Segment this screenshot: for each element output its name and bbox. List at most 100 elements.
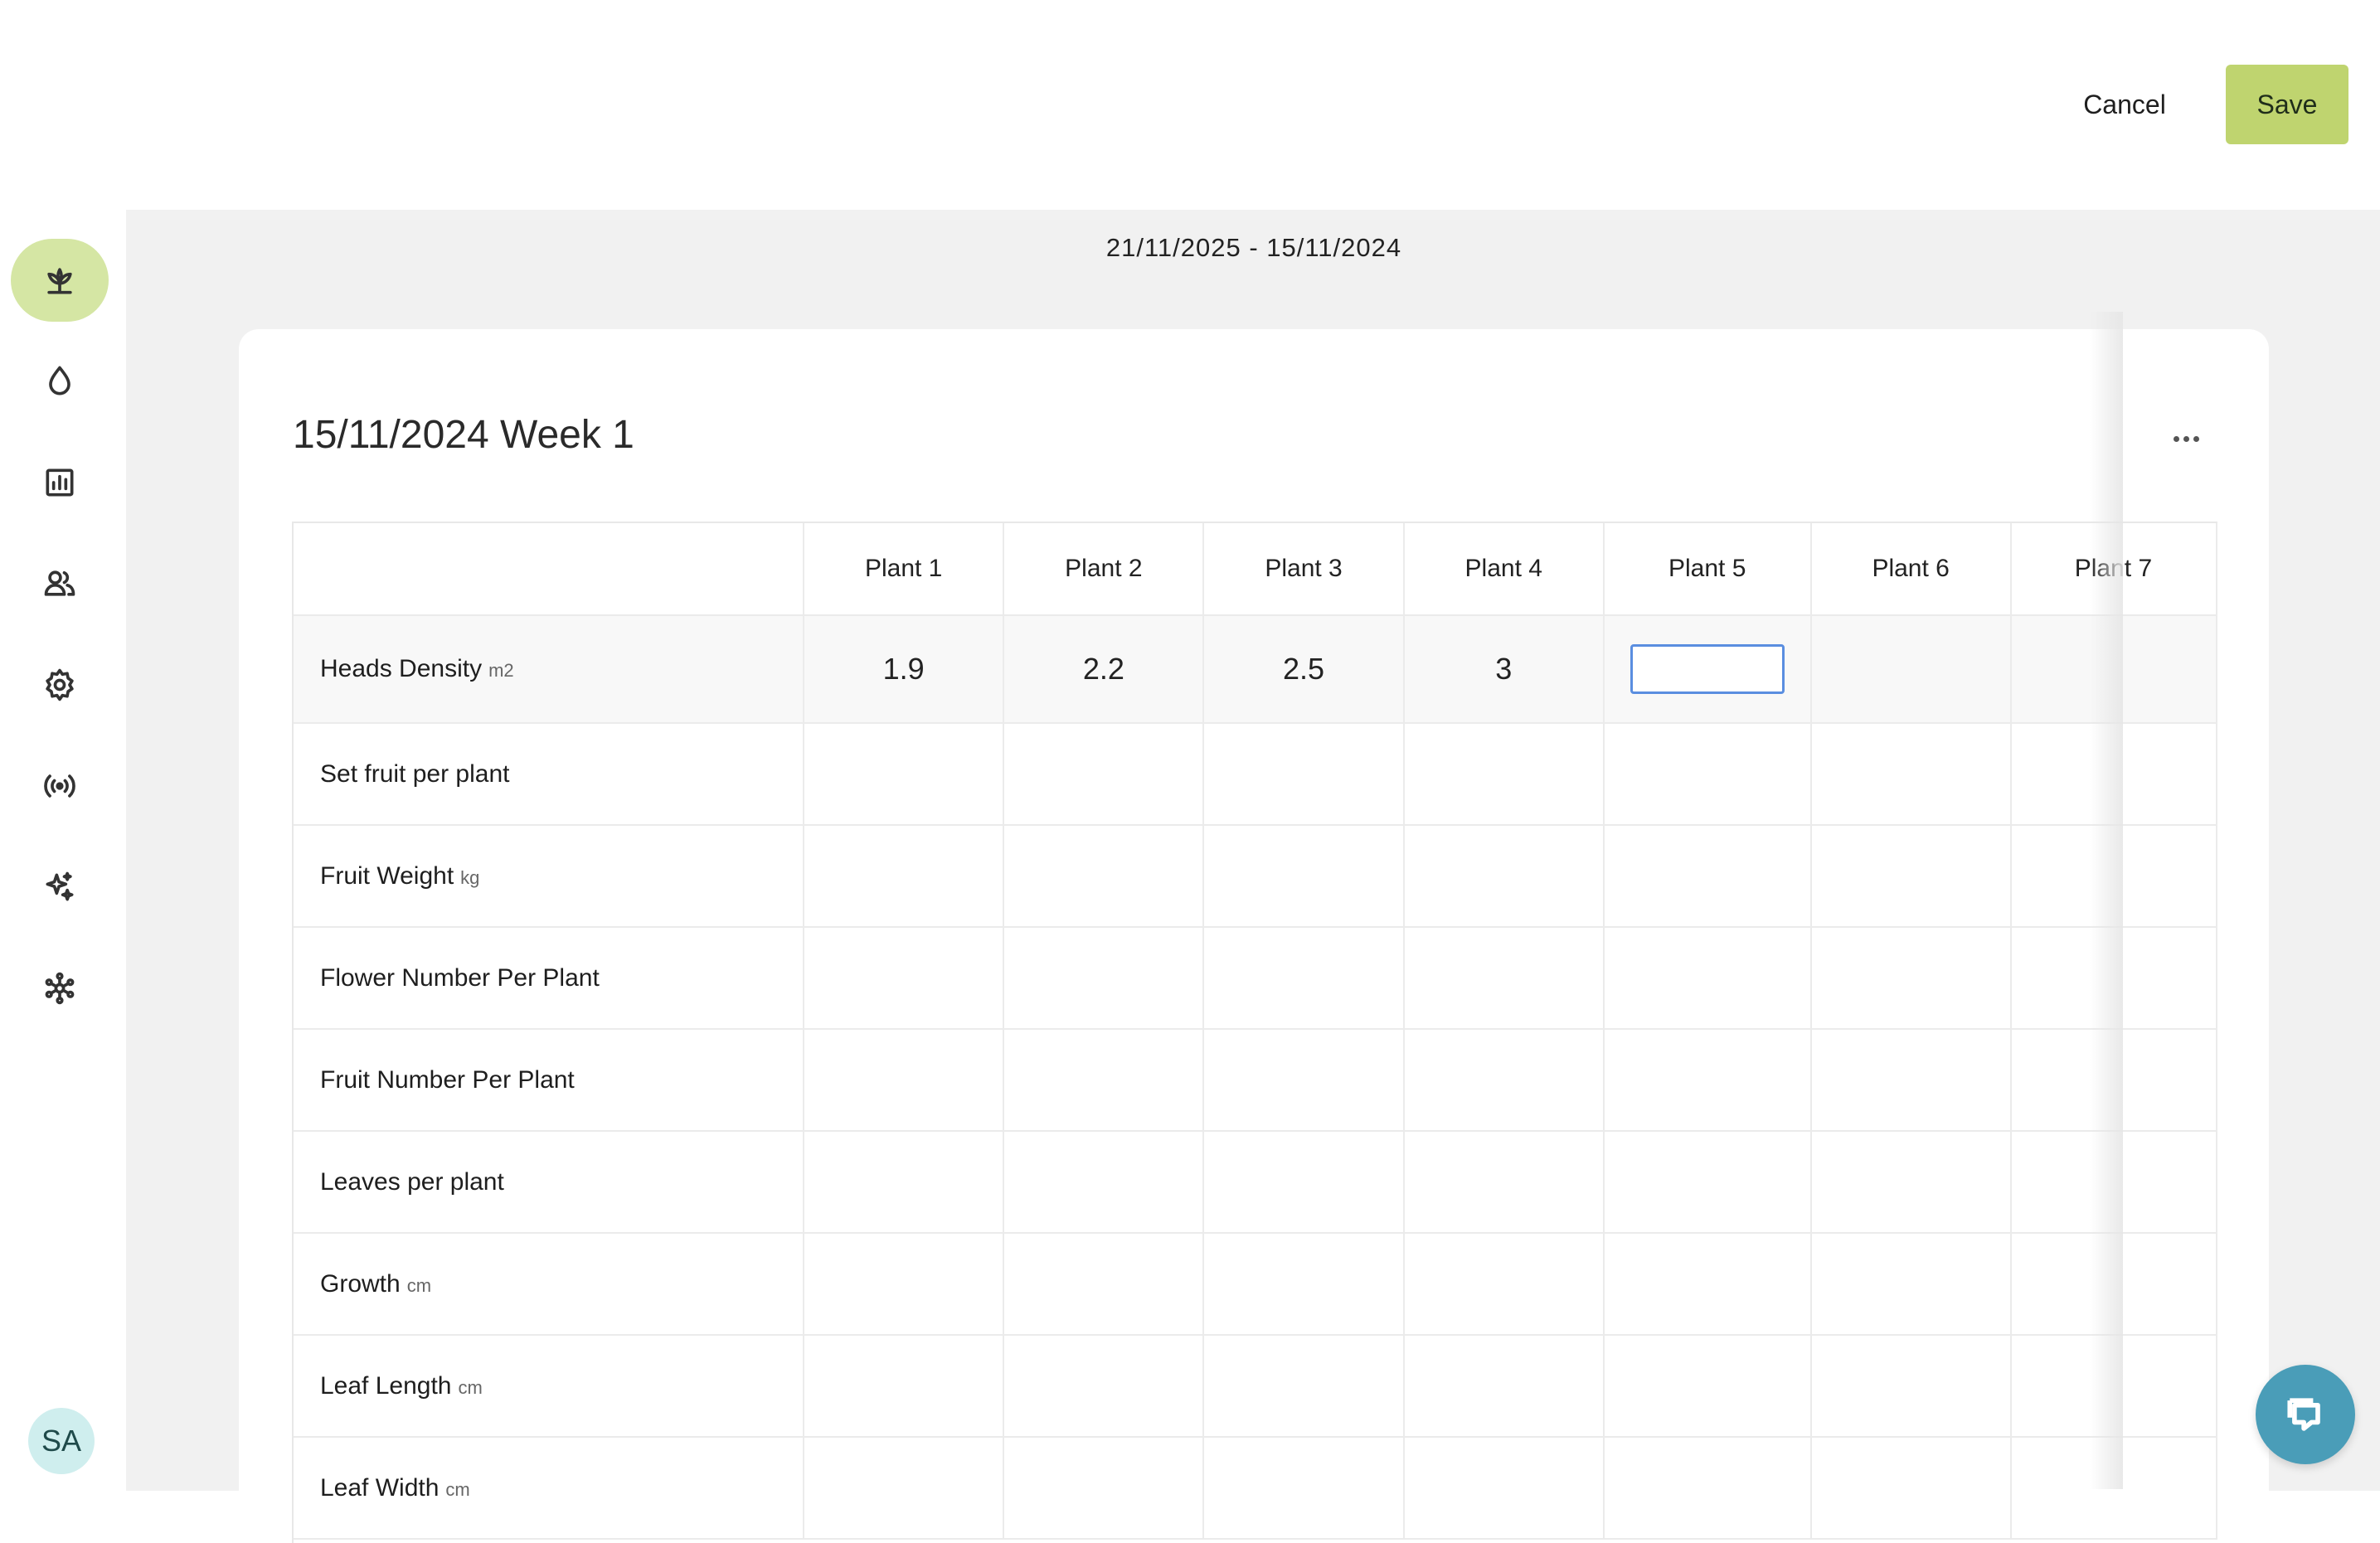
table-cell[interactable] bbox=[1403, 1131, 1605, 1234]
table-cell[interactable]: 3 bbox=[1403, 615, 1605, 724]
table-cell[interactable] bbox=[1403, 1233, 1605, 1336]
table-scroll-fade bbox=[2090, 312, 2123, 1489]
table-cell[interactable] bbox=[1603, 1233, 1812, 1336]
nav-item-plants[interactable] bbox=[11, 239, 109, 322]
column-header: Plant 3 bbox=[1203, 523, 1405, 616]
table-cell[interactable]: 2.5 bbox=[1203, 615, 1405, 724]
table-cell[interactable] bbox=[1003, 1437, 1205, 1540]
table-cell[interactable] bbox=[1203, 825, 1405, 928]
table-cell[interactable] bbox=[1003, 1131, 1205, 1234]
row-label: Leaves per plant bbox=[294, 1131, 805, 1234]
save-button[interactable]: Save bbox=[2226, 65, 2348, 144]
table-cell[interactable] bbox=[1810, 615, 2012, 724]
table-row: Flower Number Per Plant bbox=[294, 927, 2217, 1030]
row-label: Leaf Length cm bbox=[294, 1335, 805, 1438]
table-cell[interactable] bbox=[1403, 1029, 1605, 1132]
table-cell[interactable] bbox=[804, 1029, 1005, 1132]
nav-item-sensors[interactable] bbox=[11, 745, 109, 827]
table-cell[interactable] bbox=[1403, 825, 1605, 928]
table-cell[interactable] bbox=[1603, 825, 1812, 928]
table-row: Set fruit per plant bbox=[294, 723, 2217, 826]
users-icon bbox=[44, 570, 75, 596]
table-cell[interactable] bbox=[1810, 1233, 2012, 1336]
row-unit: cm bbox=[458, 1376, 483, 1398]
gear-icon bbox=[46, 668, 74, 701]
table-cell[interactable] bbox=[1403, 723, 1605, 826]
table-cell[interactable] bbox=[1003, 825, 1205, 928]
table-cell[interactable] bbox=[1603, 1335, 1812, 1438]
table-cell[interactable] bbox=[804, 1437, 1005, 1540]
table-cell[interactable] bbox=[1203, 1131, 1405, 1234]
chart-icon bbox=[46, 468, 74, 497]
table-cell[interactable] bbox=[1003, 723, 1205, 826]
table-cell[interactable] bbox=[1603, 927, 1812, 1030]
table-cell[interactable] bbox=[1403, 1335, 1605, 1438]
table-cell[interactable] bbox=[1403, 1437, 1605, 1540]
table-cell[interactable] bbox=[1810, 1335, 2012, 1438]
table-cell[interactable] bbox=[1603, 723, 1812, 826]
table-cell[interactable] bbox=[1810, 723, 2012, 826]
measurement-table-container[interactable]: Plant 1 Plant 2 Plant 3 Plant 4 Plant 5 … bbox=[292, 522, 2217, 1543]
row-unit: cm bbox=[445, 1478, 470, 1500]
plant-icon bbox=[47, 268, 72, 294]
row-label-text: Fruit Number Per Plant bbox=[320, 1065, 575, 1094]
cell-input[interactable] bbox=[1630, 644, 1785, 694]
row-label-text: Leaf Width bbox=[320, 1473, 440, 1502]
table-cell[interactable] bbox=[1810, 1437, 2012, 1540]
table-cell[interactable] bbox=[1603, 615, 1812, 724]
table-cell[interactable]: 2.2 bbox=[1003, 615, 1205, 724]
nav-item-irrigation[interactable] bbox=[11, 340, 109, 423]
table-cell[interactable] bbox=[804, 1233, 1005, 1336]
header-corner bbox=[294, 523, 805, 616]
table-cell[interactable] bbox=[1403, 927, 1605, 1030]
table-cell[interactable] bbox=[804, 927, 1005, 1030]
row-label-text: Leaf Length bbox=[320, 1371, 452, 1400]
date-range[interactable]: 21/11/2025 - 15/11/2024 bbox=[126, 233, 2380, 263]
top-bar: Cancel Save bbox=[0, 0, 2380, 210]
table-cell[interactable] bbox=[1810, 825, 2012, 928]
table-cell[interactable] bbox=[804, 723, 1005, 826]
nav-item-reports[interactable] bbox=[11, 441, 109, 524]
avatar[interactable]: SA bbox=[28, 1408, 95, 1474]
network-icon bbox=[45, 972, 75, 1005]
row-unit: cm bbox=[406, 1274, 432, 1296]
table-row: Leaf Length cm bbox=[294, 1335, 2217, 1438]
nav-item-users[interactable] bbox=[11, 542, 109, 625]
table-cell[interactable]: 1.9 bbox=[804, 615, 1005, 724]
table-cell[interactable] bbox=[1810, 927, 2012, 1030]
table-cell[interactable] bbox=[1810, 1131, 2012, 1234]
nav-item-ai[interactable] bbox=[11, 846, 109, 929]
table-cell[interactable] bbox=[1203, 1335, 1405, 1438]
row-label: Flower Number Per Plant bbox=[294, 927, 805, 1030]
table-cell[interactable] bbox=[1003, 1233, 1205, 1336]
row-label: Growth cm bbox=[294, 1233, 805, 1336]
cancel-button[interactable]: Cancel bbox=[2048, 65, 2201, 144]
chat-icon bbox=[2287, 1398, 2320, 1431]
measurement-table: Plant 1 Plant 2 Plant 3 Plant 4 Plant 5 … bbox=[294, 523, 2217, 1540]
nav-item-settings[interactable] bbox=[11, 643, 109, 726]
table-cell[interactable] bbox=[804, 1131, 1005, 1234]
table-cell[interactable] bbox=[1603, 1131, 1812, 1234]
table-cell[interactable] bbox=[1203, 1437, 1405, 1540]
column-header: Plant 4 bbox=[1403, 523, 1605, 616]
table-cell[interactable] bbox=[1203, 723, 1405, 826]
signal-icon bbox=[44, 774, 75, 798]
row-label-text: Heads Density bbox=[320, 655, 483, 682]
table-cell[interactable] bbox=[1203, 1233, 1405, 1336]
table-cell[interactable] bbox=[1203, 927, 1405, 1030]
more-options-button[interactable] bbox=[2161, 422, 2211, 455]
measurement-card: 15/11/2024 Week 1 Plant 1 Plant 2 Plant … bbox=[239, 329, 2269, 1543]
table-cell[interactable] bbox=[1003, 1029, 1205, 1132]
table-cell[interactable] bbox=[1203, 1029, 1405, 1132]
table-cell[interactable] bbox=[1603, 1437, 1812, 1540]
chat-button[interactable] bbox=[2256, 1365, 2355, 1464]
table-cell[interactable] bbox=[1810, 1029, 2012, 1132]
row-unit: kg bbox=[460, 866, 480, 888]
nav-item-integrations[interactable] bbox=[11, 947, 109, 1030]
sparkle-icon bbox=[46, 871, 74, 901]
table-cell[interactable] bbox=[804, 1335, 1005, 1438]
table-cell[interactable] bbox=[1003, 927, 1205, 1030]
table-cell[interactable] bbox=[1003, 1335, 1205, 1438]
table-cell[interactable] bbox=[1603, 1029, 1812, 1132]
table-cell[interactable] bbox=[804, 825, 1005, 928]
